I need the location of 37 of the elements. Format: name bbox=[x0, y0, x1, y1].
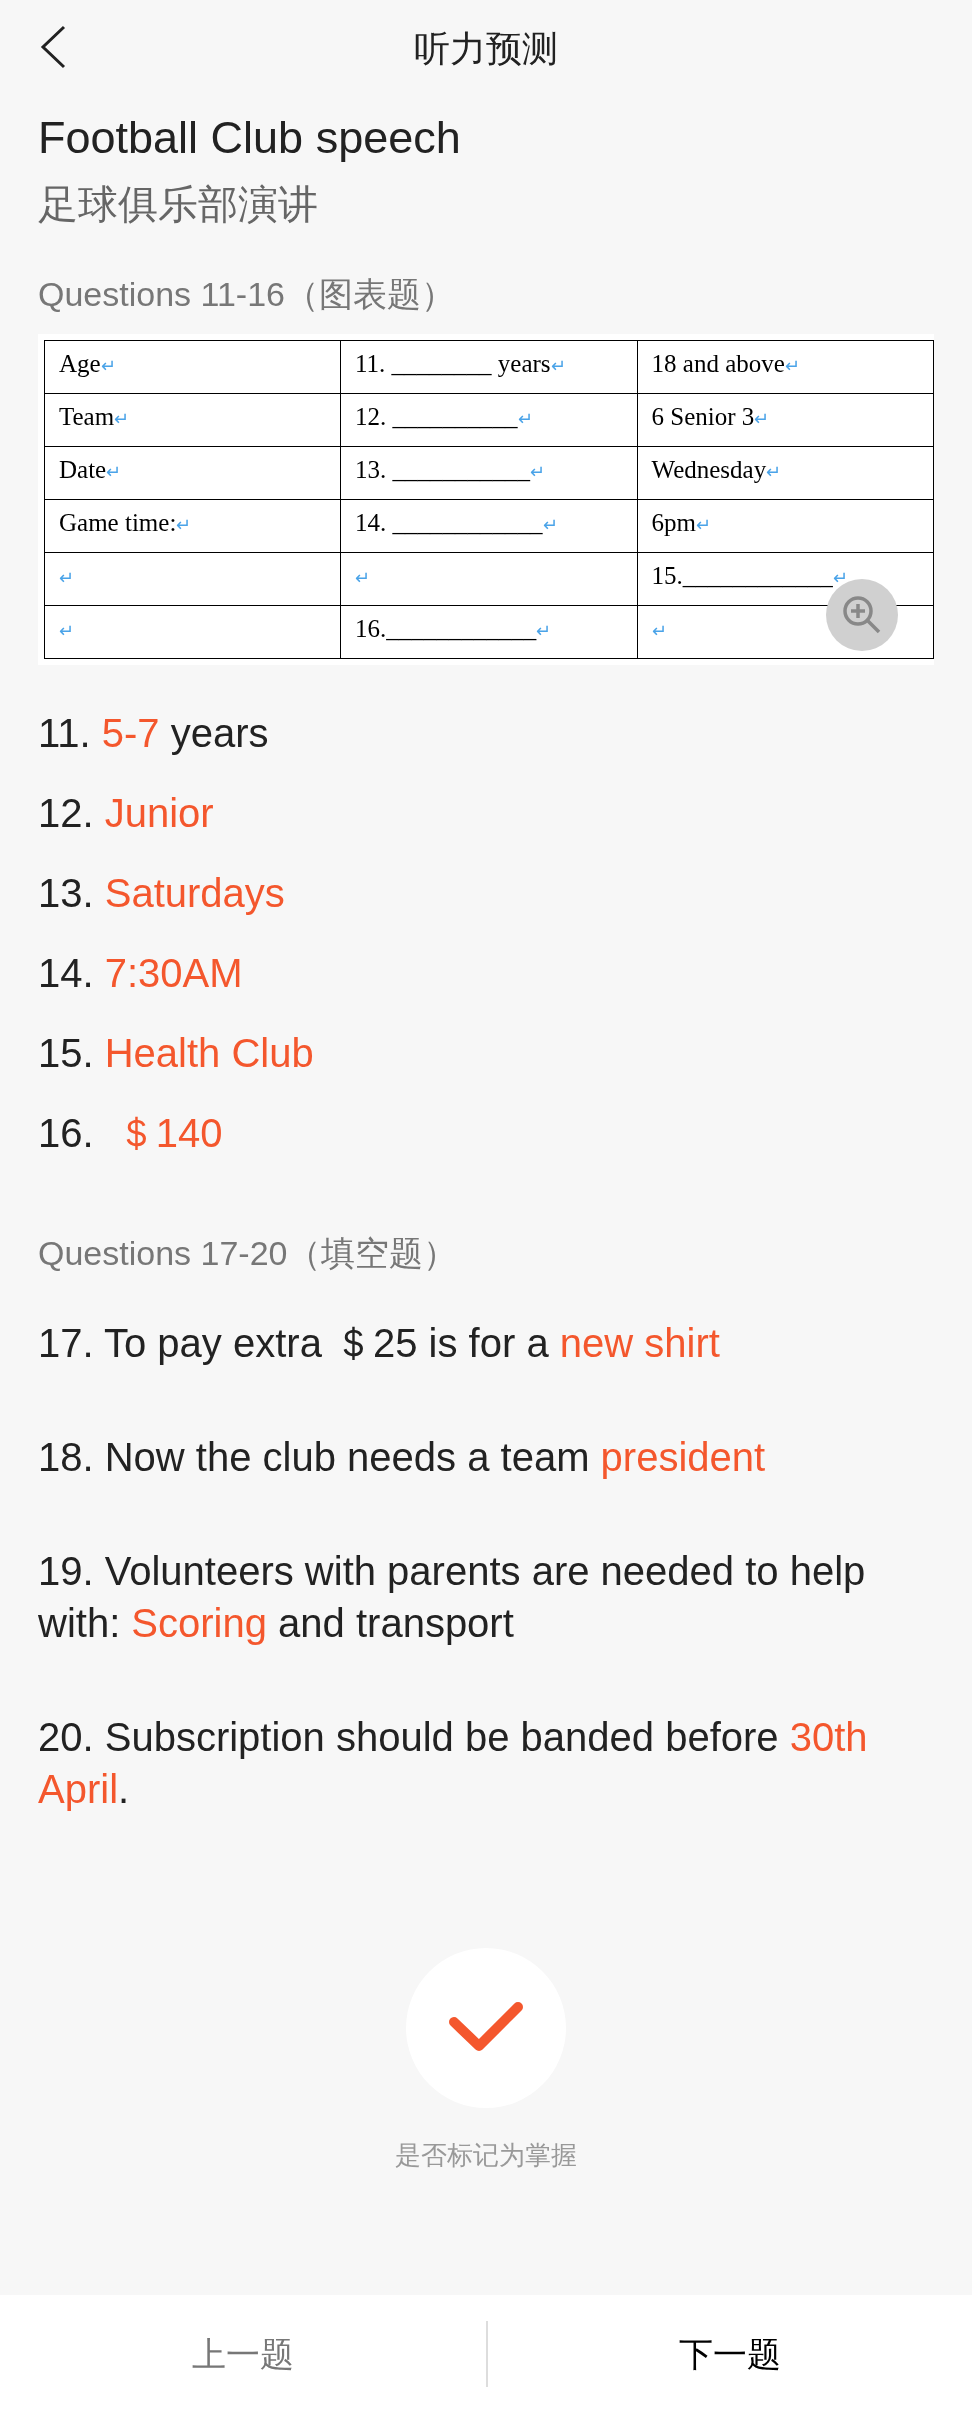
zoom-in-icon bbox=[841, 594, 883, 636]
table-cell: 14. ____________↵ bbox=[340, 499, 638, 553]
back-icon[interactable] bbox=[38, 24, 68, 70]
nav-button[interactable]: 下一题 bbox=[488, 2295, 972, 2413]
lesson-title: Football Club speech bbox=[38, 111, 462, 165]
section-heading: Questions 11-16（图表题） bbox=[38, 274, 456, 315]
table-cell: ↵ bbox=[44, 552, 341, 606]
answer-line: 15. Health Club bbox=[38, 1030, 315, 1077]
nav-button[interactable]: 上一题 bbox=[0, 2295, 486, 2413]
table-cell: 12. __________↵ bbox=[340, 393, 638, 447]
table-cell: ↵ bbox=[340, 552, 638, 606]
answer-line: 13. Saturdays bbox=[38, 870, 286, 917]
table-cell: 18 and above↵ bbox=[637, 340, 934, 394]
table-cell: Date↵ bbox=[44, 446, 341, 500]
answer-line: 16. ＄140 bbox=[38, 1110, 224, 1157]
table-cell: 6 Senior 3↵ bbox=[637, 393, 934, 447]
check-icon bbox=[449, 2002, 523, 2054]
answer-sentence: 18. Now the club needs a team president bbox=[38, 1434, 767, 1481]
answer-sentence: 17. To pay extra ＄25 is for a new shirt bbox=[38, 1320, 721, 1367]
lesson-subtitle: 足球俱乐部演讲 bbox=[38, 181, 319, 228]
table-cell: Wednesday↵ bbox=[637, 446, 934, 500]
table-cell: 13. ___________↵ bbox=[340, 446, 638, 500]
table-cell: 6pm↵ bbox=[637, 499, 934, 553]
table-cell: 11. ________ years↵ bbox=[340, 340, 638, 394]
mastered-label: 是否标记为掌握 bbox=[395, 2139, 577, 2172]
section-heading: Questions 17-20（填空题） bbox=[38, 1233, 459, 1274]
table-cell: Game time:↵ bbox=[44, 499, 341, 553]
table-cell: Age↵ bbox=[44, 340, 341, 394]
answer-sentence: 20. Subscription should be banded before 30th April. bbox=[38, 1714, 869, 1813]
table-cell: 16.____________↵ bbox=[340, 605, 638, 659]
page-title: 听力预测 bbox=[414, 27, 558, 71]
answer-sentence: 19. Volunteers with parents are needed to help with: Scoring and transport bbox=[38, 1548, 867, 1647]
table-cell: Team↵ bbox=[44, 393, 341, 447]
answer-line: 11. 5-7 years bbox=[38, 710, 270, 757]
answer-line: 12. Junior bbox=[38, 790, 215, 837]
table-cell: ↵ bbox=[44, 605, 341, 659]
answer-line: 14. 7:30AM bbox=[38, 950, 244, 997]
